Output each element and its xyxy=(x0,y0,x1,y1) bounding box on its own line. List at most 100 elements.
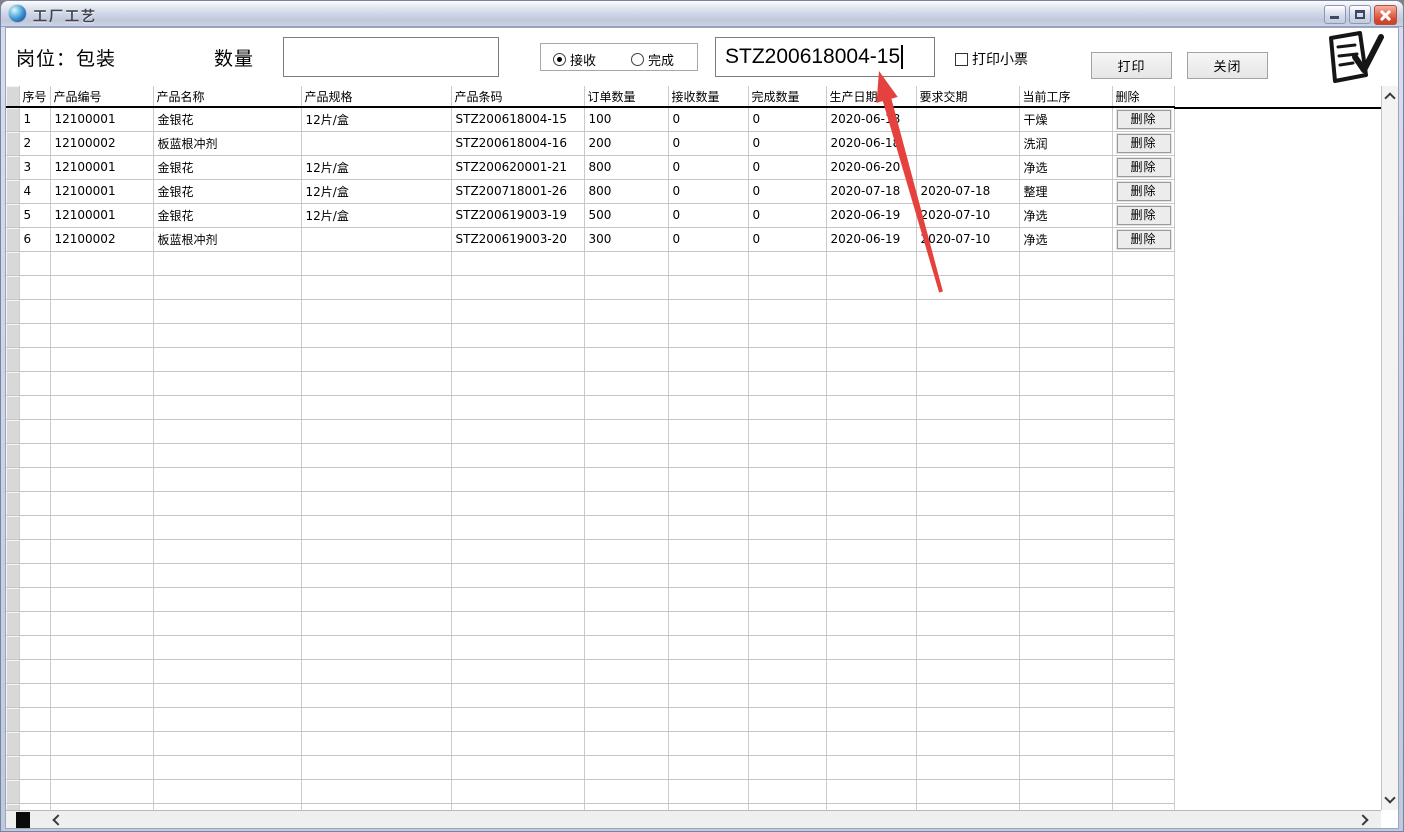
delete-button[interactable]: 删除 xyxy=(1117,182,1171,201)
cell-spec xyxy=(301,227,451,251)
cell-spec xyxy=(301,131,451,155)
horizontal-scrollbar[interactable] xyxy=(6,810,1381,828)
row-selector[interactable] xyxy=(6,203,19,227)
row-selector[interactable] xyxy=(6,227,19,251)
empty-table-row xyxy=(6,611,1174,635)
scroll-right-icon[interactable] xyxy=(1357,814,1368,825)
vertical-scrollbar[interactable] xyxy=(1381,86,1398,810)
table-row[interactable]: 1 12100001 金银花 12片/盒 STZ200618004-15 100… xyxy=(6,107,1174,131)
minimize-button[interactable] xyxy=(1324,5,1346,24)
cell-name: 金银花 xyxy=(153,155,301,179)
empty-table-row xyxy=(6,779,1174,803)
barcode-input[interactable]: STZ200618004-15 xyxy=(715,37,935,77)
maximize-icon xyxy=(1355,10,1365,19)
empty-table-row xyxy=(6,731,1174,755)
empty-table-row xyxy=(6,659,1174,683)
scroll-left-icon[interactable] xyxy=(52,814,63,825)
empty-table-row xyxy=(6,443,1174,467)
cell-no: 5 xyxy=(19,203,50,227)
table-row[interactable]: 2 12100002 板蓝根冲剂 STZ200618004-16 200 0 0… xyxy=(6,131,1174,155)
delete-button[interactable]: 删除 xyxy=(1117,110,1171,129)
print-ticket-checkbox[interactable]: 打印小票 xyxy=(955,49,1028,69)
cell-no: 4 xyxy=(19,179,50,203)
cell-name: 金银花 xyxy=(153,179,301,203)
cell-barcode: STZ200618004-16 xyxy=(451,131,584,155)
cell-spec: 12片/盒 xyxy=(301,203,451,227)
row-selector[interactable] xyxy=(6,131,19,155)
horizontal-scroll-thumb[interactable] xyxy=(16,812,30,828)
cell-no: 6 xyxy=(19,227,50,251)
row-selector[interactable] xyxy=(6,179,19,203)
cell-order: 800 xyxy=(584,155,668,179)
cell-process: 净选 xyxy=(1019,227,1112,251)
cell-due_date xyxy=(916,155,1019,179)
scroll-down-icon[interactable] xyxy=(1384,792,1395,803)
cell-no: 3 xyxy=(19,155,50,179)
cell-order: 200 xyxy=(584,131,668,155)
delete-button[interactable]: 删除 xyxy=(1117,158,1171,177)
cell-due_date xyxy=(916,107,1019,131)
radio-complete[interactable]: 完成 xyxy=(631,50,674,69)
cell-order: 100 xyxy=(584,107,668,131)
cell-barcode: STZ200618004-15 xyxy=(451,107,584,131)
document-check-icon xyxy=(1322,31,1386,86)
cell-completed: 0 xyxy=(748,155,826,179)
cell-completed: 0 xyxy=(748,203,826,227)
radio-complete-label: 完成 xyxy=(648,50,674,69)
cell-code: 12100001 xyxy=(50,155,153,179)
print-button[interactable]: 打印 xyxy=(1091,52,1172,79)
col-product-barcode: 产品条码 xyxy=(451,86,584,107)
empty-table-row xyxy=(6,515,1174,539)
col-completed-qty: 完成数量 xyxy=(748,86,826,107)
empty-table-row xyxy=(6,563,1174,587)
toolbar: 岗位：包装 数量 接收 完成 STZ200618004-15 打印小票 xyxy=(6,28,1398,86)
scroll-up-icon[interactable] xyxy=(1384,92,1395,103)
cell-code: 12100001 xyxy=(50,107,153,131)
col-order-qty: 订单数量 xyxy=(584,86,668,107)
delete-button[interactable]: 删除 xyxy=(1117,134,1171,153)
cell-prod_date: 2020-06-20 xyxy=(826,155,916,179)
table-row[interactable]: 5 12100001 金银花 12片/盒 STZ200619003-19 500… xyxy=(6,203,1174,227)
cell-completed: 0 xyxy=(748,107,826,131)
col-due-date: 要求交期 xyxy=(916,86,1019,107)
row-selector[interactable] xyxy=(6,107,19,131)
quantity-input[interactable] xyxy=(283,37,499,77)
cell-code: 12100002 xyxy=(50,131,153,155)
table-row[interactable]: 6 12100002 板蓝根冲剂 STZ200619003-20 300 0 0… xyxy=(6,227,1174,251)
empty-table-row xyxy=(6,587,1174,611)
empty-table-row xyxy=(6,299,1174,323)
text-caret xyxy=(901,45,903,69)
empty-table-row xyxy=(6,755,1174,779)
delete-button[interactable]: 删除 xyxy=(1117,206,1171,225)
radio-receive[interactable]: 接收 xyxy=(553,50,596,69)
col-product-spec: 产品规格 xyxy=(301,86,451,107)
cell-prod_date: 2020-07-18 xyxy=(826,179,916,203)
cell-due_date xyxy=(916,131,1019,155)
table-body: 1 12100001 金银花 12片/盒 STZ200618004-15 100… xyxy=(6,107,1174,810)
mode-radio-group: 接收 完成 xyxy=(540,43,698,71)
barcode-value: STZ200618004-15 xyxy=(725,45,900,69)
delete-button[interactable]: 删除 xyxy=(1117,230,1171,249)
close-window-button[interactable]: 关闭 xyxy=(1187,52,1268,79)
empty-table-row xyxy=(6,635,1174,659)
cell-spec: 12片/盒 xyxy=(301,179,451,203)
maximize-button[interactable] xyxy=(1349,5,1371,24)
empty-table-row xyxy=(6,707,1174,731)
cell-name: 板蓝根冲剂 xyxy=(153,131,301,155)
titlebar: 工厂工艺 xyxy=(1,1,1403,27)
cell-order: 500 xyxy=(584,203,668,227)
row-selector[interactable] xyxy=(6,155,19,179)
cell-no: 1 xyxy=(19,107,50,131)
cell-prod_date: 2020-06-18 xyxy=(826,131,916,155)
cell-spec: 12片/盒 xyxy=(301,107,451,131)
table-row[interactable]: 3 12100001 金银花 12片/盒 STZ200620001-21 800… xyxy=(6,155,1174,179)
cell-barcode: STZ200718001-26 xyxy=(451,179,584,203)
close-button[interactable] xyxy=(1374,5,1397,25)
empty-table-row xyxy=(6,539,1174,563)
empty-table-row xyxy=(6,395,1174,419)
checkbox-icon xyxy=(955,53,968,66)
cell-prod_date: 2020-06-18 xyxy=(826,107,916,131)
table-row[interactable]: 4 12100001 金银花 12片/盒 STZ200718001-26 800… xyxy=(6,179,1174,203)
col-prod-date: 生产日期 xyxy=(826,86,916,107)
cell-no: 2 xyxy=(19,131,50,155)
